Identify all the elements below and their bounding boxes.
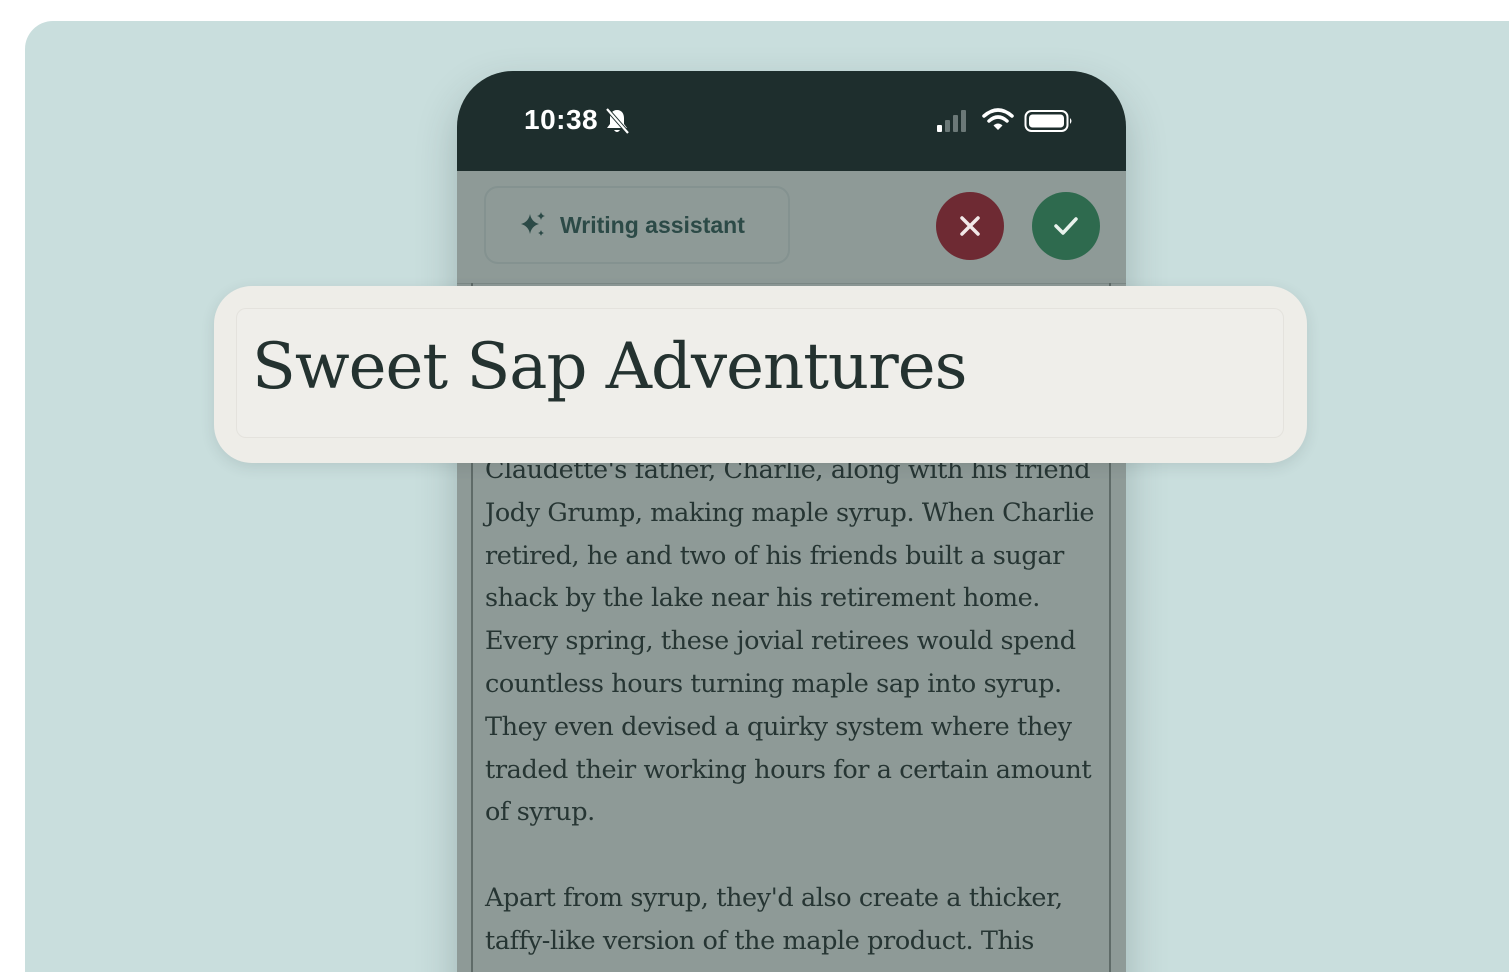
checkmark-icon	[1054, 217, 1078, 235]
status-bar: 10:38	[457, 71, 1126, 171]
cancel-button[interactable]	[936, 192, 1004, 260]
writing-assistant-label: Writing assistant	[560, 211, 745, 238]
phone-frame: 10:38 Writing assistant Claudette's fath…	[457, 71, 1126, 972]
accept-button[interactable]	[1032, 192, 1100, 260]
bell-slash-icon	[605, 107, 630, 135]
body-paragraph: Apart from syrup, they'd also create a t…	[485, 882, 1063, 956]
editor-toolbar: Writing assistant	[457, 171, 1126, 284]
body-paragraph: Claudette's father, Charlie, along with …	[485, 455, 1095, 828]
close-icon	[960, 216, 980, 236]
title-highlight-card: Sweet Sap Adventures	[214, 286, 1307, 463]
status-time: 10:38	[524, 104, 599, 135]
document-body[interactable]: Claudette's father, Charlie, along with …	[485, 449, 1097, 972]
document-title: Sweet Sap Adventures	[252, 330, 967, 404]
sparkle-icon	[521, 212, 545, 236]
wifi-icon	[982, 108, 1014, 130]
writing-assistant-button[interactable]: Writing assistant	[484, 186, 790, 264]
cellular-signal-icon	[937, 110, 966, 132]
background-canvas: 10:38 Writing assistant Claudette's fath…	[25, 21, 1509, 972]
battery-icon	[1024, 110, 1072, 132]
